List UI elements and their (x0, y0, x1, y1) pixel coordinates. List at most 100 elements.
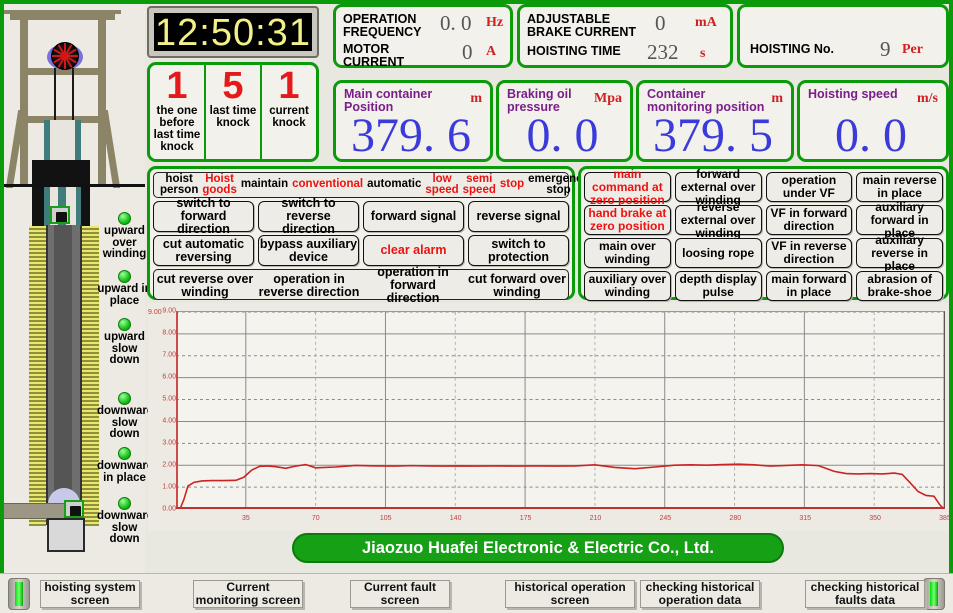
company-banner: Jiaozuo Huafei Electronic & Electric Co.… (292, 533, 784, 563)
status-button-3-2[interactable]: main forward in place (765, 271, 853, 301)
big-readout-unit: Mpa (594, 91, 622, 106)
button-row-0: switch to forward direction switch to rev… (153, 197, 569, 236)
status-button-1-2[interactable]: VF in forward direction (765, 205, 853, 235)
status-button-2-1[interactable]: loosing rope (674, 238, 762, 268)
status-button-3-1[interactable]: depth display pulse (674, 271, 762, 301)
status-row-2: main over winding loosing rope VF in rever… (584, 233, 943, 272)
status-flat-button-3[interactable]: cut forward over winding (466, 270, 568, 301)
status-button-0-1[interactable]: forward external over winding (674, 167, 762, 206)
lamp-label: upward in place (97, 283, 152, 307)
control-button-0-1[interactable]: switch to reverse direction (258, 197, 359, 236)
knock-count-value: 1 (278, 65, 300, 107)
status-row-0: main command at zero position forward ext… (584, 167, 943, 206)
chart-y-tick-label: 0.00 (162, 505, 176, 513)
control-button-1-3[interactable]: switch to protection (468, 235, 569, 266)
hoisting-time-value: 232 (647, 40, 679, 64)
nav-lamp-right (923, 578, 945, 610)
chart-x-ticks: 35 70 105 140 175 210 245 280 315 350 385 (176, 513, 951, 527)
knock-count-value: 1 (166, 65, 188, 107)
control-button-1-2[interactable]: clear alarm (363, 235, 464, 266)
status-button-3-0[interactable]: auxiliary over winding (584, 271, 671, 301)
status-lamp-3: downward slow down (97, 392, 154, 441)
status-button-0-0[interactable]: main command at zero position (584, 167, 671, 206)
mode-item-5[interactable]: low speed (423, 173, 460, 197)
chart-y-tick-label: 4.00 (162, 417, 176, 425)
adjustable-brake-current-value: 0 (655, 11, 666, 35)
chart-x-tick-label: 350 (869, 515, 881, 522)
nav-button-4[interactable]: checking historical operation data (640, 580, 760, 608)
mode-item-7[interactable]: stop (498, 179, 526, 191)
nav-button-0[interactable]: hoisting system screen (40, 580, 140, 608)
status-button-3-3[interactable]: abrasion of brake-shoe (856, 271, 943, 301)
mode-item-2[interactable]: maintain (239, 179, 290, 191)
status-button-1-1[interactable]: reverse external over winding (674, 200, 762, 239)
status-button-2-3[interactable]: auxiliary reverse in place (856, 233, 943, 272)
status-button-0-3[interactable]: main reverse in place (856, 172, 943, 202)
left-status-flat-row: cut reverse over winding operation in rev… (153, 266, 569, 305)
mode-item-3[interactable]: conventional (290, 179, 365, 191)
chart-y-tick-label: 6.00 (162, 373, 176, 381)
chart-x-tick-label: 245 (659, 515, 672, 522)
lamp-indicator-icon (118, 497, 131, 510)
big-readout-value: 0. 0 (526, 109, 599, 162)
chart-y-tick-label: 7.00 (162, 351, 176, 359)
big-readout-value: 379. 5 (653, 109, 773, 162)
big-readout-unit: m/s (917, 91, 938, 106)
mode-selector-bar[interactable]: hoist person Hoist goods maintain conventio… (153, 172, 589, 198)
nav-button-1[interactable]: Current monitoring screen (193, 580, 303, 608)
big-readout-2: Container monitoring position m 379. 5 (636, 80, 794, 162)
top-accent-strip (145, 0, 953, 4)
clock-bezel: 12:50:31 (147, 6, 319, 58)
motor-current-value: 0 (462, 40, 473, 64)
status-button-2-0[interactable]: main over winding (584, 238, 671, 268)
chart-y-tick-label: 3.00 (162, 439, 176, 447)
chart-y-tick-label: 8.00 (162, 329, 176, 337)
control-button-1-1[interactable]: bypass auxiliary device (258, 235, 359, 266)
chart-x-tick-label: 210 (589, 515, 602, 522)
motor-current-unit: A (486, 44, 497, 59)
status-lamp-0: upward over winding (97, 212, 152, 261)
lamp-indicator-icon (118, 447, 131, 460)
lamp-label: downward slow down (97, 510, 154, 545)
control-button-0-0[interactable]: switch to forward direction (153, 197, 254, 236)
mode-item-4[interactable]: automatic (365, 179, 423, 191)
hoist-cage-lower (64, 500, 84, 518)
control-button-0-2[interactable]: forward signal (363, 201, 464, 232)
chart-x-tick-label: 140 (449, 515, 462, 522)
chart-x-tick-label: 35 (242, 515, 250, 522)
status-button-1-0[interactable]: hand brake at zero position (584, 205, 671, 235)
nav-button-5[interactable]: checking historical faults data (805, 580, 925, 608)
status-button-1-3[interactable]: auxiliary forward in place (856, 200, 943, 239)
control-button-grid-left: hoist person Hoist goods maintain conventio… (147, 166, 589, 305)
mode-item-0[interactable]: hoist person (158, 173, 200, 197)
chart-x-axis (176, 507, 945, 509)
chart-y-axis (176, 311, 178, 509)
status-lamp-5: downward slow down (97, 497, 154, 546)
chart-x-tick-label: 105 (379, 515, 392, 522)
chart-x-tick-label: 280 (729, 515, 742, 522)
nav-lamp-left (8, 578, 30, 610)
hoisting-no-value: 9 (880, 37, 891, 61)
operation-readout-panel: OPERATION FREQUENCY 0. 0 Hz MOTOR CURREN… (333, 4, 513, 69)
mode-item-6[interactable]: semi speed (461, 173, 498, 197)
control-button-0-3[interactable]: reverse signal (468, 201, 569, 232)
status-button-0-2[interactable]: operation under VF (765, 172, 853, 202)
knock-count-label: the one before last time knock (153, 105, 201, 153)
nav-button-3[interactable]: historical operation screen (505, 580, 635, 608)
status-flat-button-0[interactable]: cut reverse over winding (154, 270, 256, 301)
chart-x-tick-label: 385 (939, 515, 951, 522)
knock-count-label: current knock (269, 105, 309, 129)
status-lamp-1: upward in place (97, 270, 152, 307)
bottom-navigation-bar: hoisting system screen Current monitoring… (0, 573, 953, 613)
hoisting-speed-chart: 9.00 9.00 8.00 7.00 6.00 5.00 4.00 3.00 2.00 1.0… (148, 303, 951, 531)
status-button-2-2[interactable]: VF in reverse direction (765, 238, 853, 268)
nav-button-2[interactable]: Current fault screen (350, 580, 450, 608)
mode-item-1[interactable]: Hoist goods (200, 173, 239, 197)
hoisting-number-panel: HOISTING No. 9 Per (737, 4, 949, 68)
control-button-1-0[interactable]: cut automatic reversing (153, 235, 254, 266)
hoisting-time-unit: s (700, 46, 706, 61)
status-flat-button-1[interactable]: operation in reverse direction (258, 270, 360, 301)
status-flat-button-2[interactable]: operation in forward direction (362, 266, 464, 305)
hoisting-time-label: HOISTING TIME (527, 44, 621, 58)
status-button-grid-right: main command at zero position forward ext… (578, 166, 949, 301)
